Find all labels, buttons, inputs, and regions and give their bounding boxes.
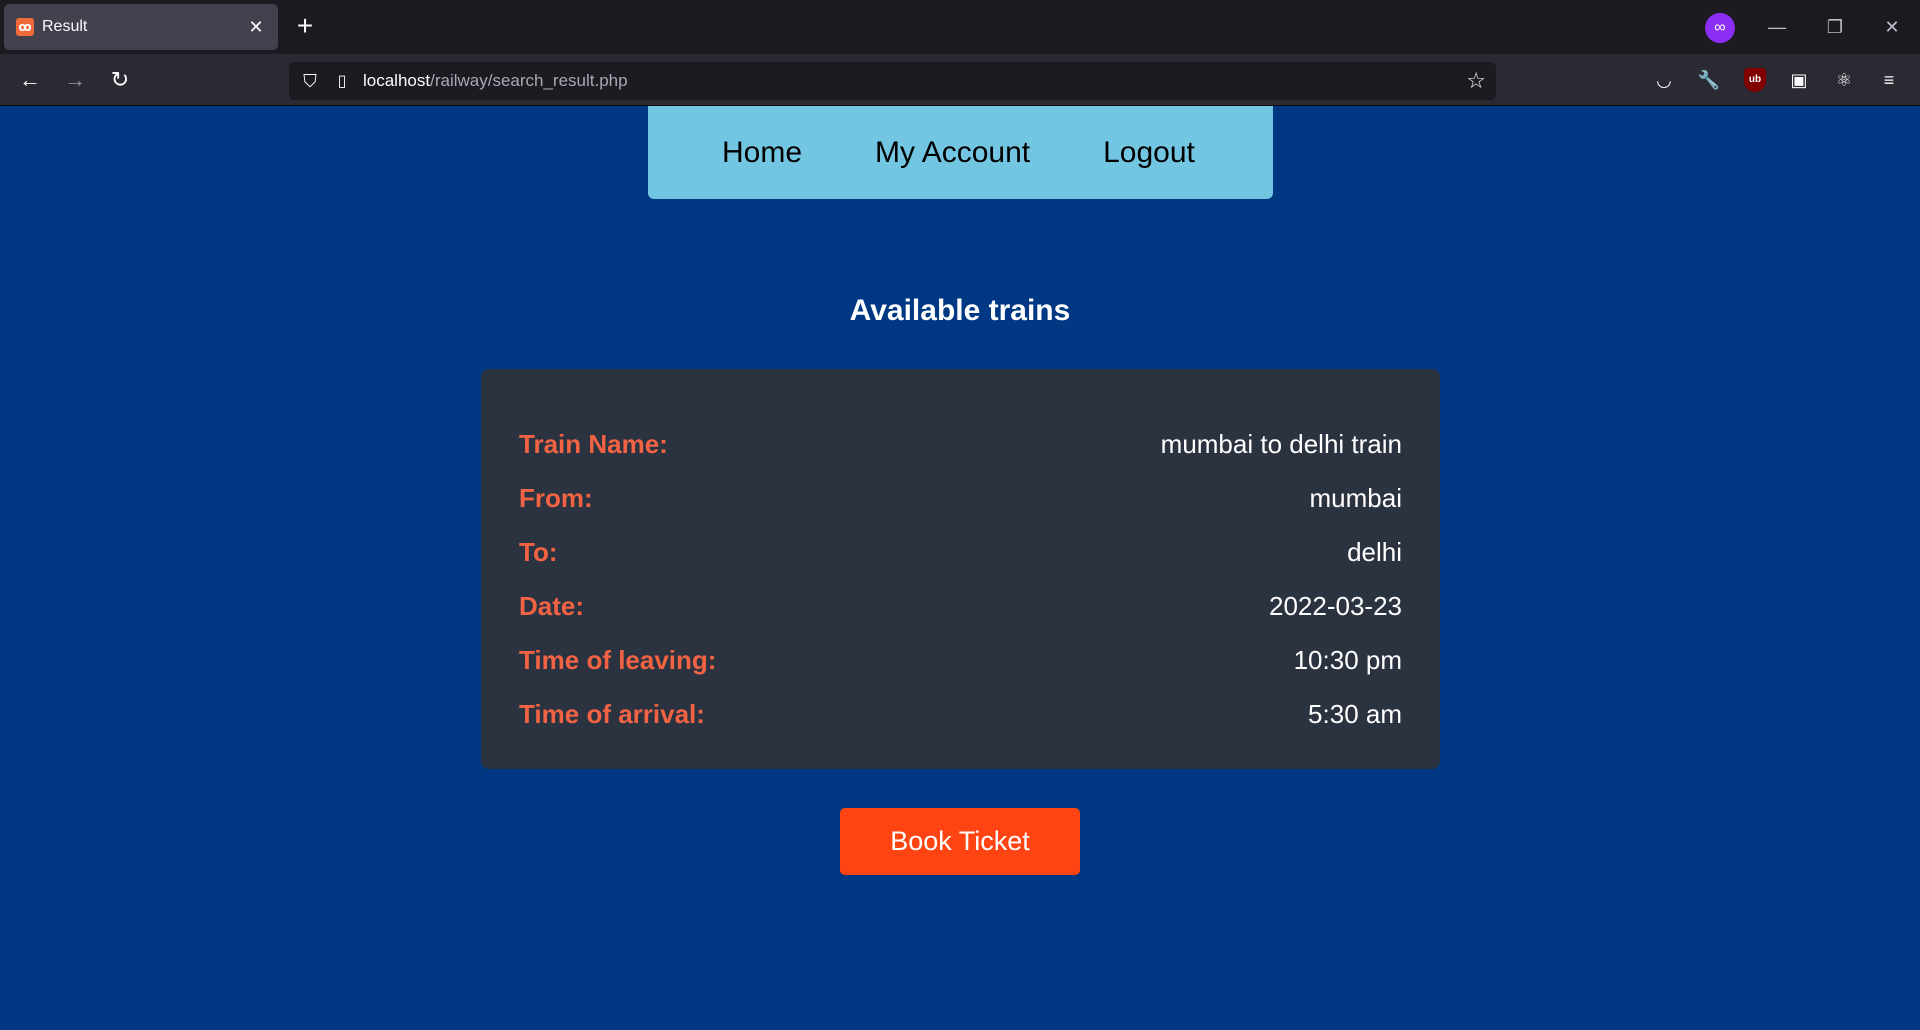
train-details-card: Train Name: mumbai to delhi train From: … [481, 369, 1440, 769]
detail-value: 10:30 pm [1293, 644, 1402, 675]
close-window-icon[interactable]: ✕ [1872, 10, 1912, 44]
detail-value: 2022-03-23 [1269, 590, 1402, 621]
restore-icon[interactable]: ❐ [1815, 10, 1855, 44]
tab-title: Result [42, 18, 88, 35]
page-title: Available trains [849, 294, 1071, 327]
menu-icon[interactable]: ≡ [1873, 64, 1905, 96]
detail-value: 5:30 am [1308, 698, 1402, 729]
new-tab-icon[interactable]: + [290, 12, 320, 42]
minimize-icon[interactable]: — [1757, 10, 1797, 44]
detail-value: mumbai to delhi train [1160, 428, 1402, 459]
detail-row-from: From: mumbai [519, 471, 1402, 525]
detail-label: Train Name: [519, 428, 668, 459]
page-icon[interactable]: ▯ [331, 71, 353, 91]
detail-row-to: To: delhi [519, 525, 1402, 579]
ublock-icon[interactable]: ub [1744, 68, 1766, 92]
detail-row-train-name: Train Name: mumbai to delhi train [519, 417, 1402, 471]
xampp-favicon-icon: ꝏ [16, 18, 34, 36]
detail-row-time-of-leaving: Time of leaving: 10:30 pm [519, 633, 1402, 687]
detail-label: Time of leaving: [519, 644, 717, 675]
url-host: localhost [363, 71, 431, 90]
detail-value: mumbai [1309, 482, 1402, 513]
site-navigation: Home My Account Logout [648, 106, 1273, 199]
detail-row-time-of-arrival: Time of arrival: 5:30 am [519, 687, 1402, 741]
extension-icon[interactable]: ▣ [1783, 64, 1815, 96]
bookmark-star-icon[interactable]: ☆ [1466, 68, 1486, 94]
nav-my-account-link[interactable]: My Account [875, 136, 1030, 170]
detail-label: Date: [519, 590, 585, 621]
pocket-icon[interactable]: ◡ [1648, 64, 1680, 96]
url-text[interactable]: localhost/railway/search_result.php [363, 71, 628, 91]
private-browsing-icon: ∞ [1705, 13, 1735, 43]
nav-home-link[interactable]: Home [722, 136, 802, 170]
detail-value: delhi [1347, 536, 1402, 567]
address-bar[interactable]: ⛉ ▯ localhost/railway/search_result.php … [289, 62, 1496, 100]
browser-tabbar: ꝏ Result ✕ + ∞ — ❐ ✕ [0, 0, 1920, 54]
detail-label: Time of arrival: [519, 698, 705, 729]
forward-icon[interactable]: → [59, 64, 91, 96]
tab-close-icon[interactable]: ✕ [246, 17, 266, 38]
detail-label: To: [519, 536, 558, 567]
browser-toolbar: ← → ↻ ⛉ ▯ localhost/railway/search_resul… [0, 54, 1920, 106]
book-ticket-button[interactable]: Book Ticket [840, 808, 1080, 875]
nav-logout-link[interactable]: Logout [1103, 136, 1195, 170]
back-icon[interactable]: ← [14, 64, 46, 96]
reload-icon[interactable]: ↻ [104, 64, 136, 96]
shield-icon[interactable]: ⛉ [299, 71, 321, 92]
detail-label: From: [519, 482, 593, 513]
detail-row-date: Date: 2022-03-23 [519, 579, 1402, 633]
wrench-icon[interactable]: 🔧 [1693, 64, 1725, 96]
react-devtools-icon[interactable]: ⚛ [1828, 64, 1860, 96]
url-path: /railway/search_result.php [430, 71, 628, 90]
browser-tab[interactable]: ꝏ Result ✕ [4, 4, 278, 50]
